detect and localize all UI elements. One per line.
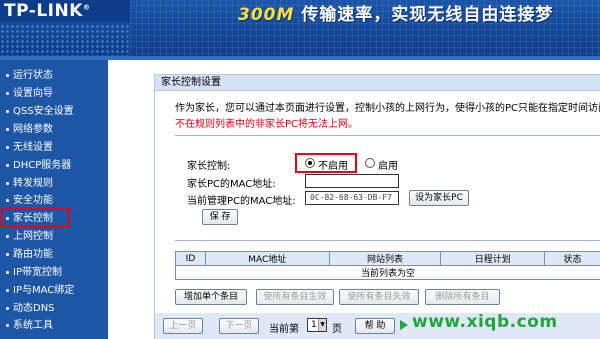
sidebar-item-label: 运行状态 [13, 70, 53, 81]
divider [175, 135, 600, 136]
rules-table: ID MAC地址 网站列表 日程计划 状态 当前列表为空 [175, 251, 600, 280]
parental-control-panel: 家长控制设置 作为家长，您可以通过本页面进行设置，控制小孩的上网行为，使得小孩的… [154, 74, 600, 339]
bullet-icon [6, 91, 9, 95]
bullet-icon [6, 234, 9, 238]
sidebar-item-dhcp[interactable]: DHCP服务器 [6, 158, 71, 174]
slogan-number: 300M [238, 5, 295, 25]
bullet-icon [6, 288, 9, 292]
sidebar-item-wizard[interactable]: 设置向导 [6, 86, 53, 102]
bullet-icon [6, 73, 9, 77]
sidebar-item-label: IP带宽控制 [13, 267, 62, 278]
bullet-icon [6, 145, 9, 149]
header-dots [0, 24, 130, 56]
save-button[interactable]: 保 存 [202, 209, 238, 225]
sidebar-item-label: 动态DNS [13, 303, 55, 314]
sidebar-item-label: 网络参数 [13, 124, 53, 135]
sidebar-item-ip-mac-binding[interactable]: IP与MAC绑定 [6, 283, 74, 299]
logo-box: TP-LINK® [0, 0, 130, 22]
bullet-icon [6, 306, 9, 310]
current-mac-field: 0C-82-68-63-DB-F7 [305, 191, 399, 205]
bullet-icon [6, 181, 9, 185]
sidebar-item-wireless[interactable]: 无线设置 [6, 140, 53, 156]
sidebar-item-network[interactable]: 网络参数 [6, 122, 53, 138]
watermark-play-icon [400, 320, 408, 330]
empty-list-text: 当前列表为空 [175, 265, 600, 280]
col-schedule: 日程计划 [440, 251, 546, 266]
watermark: www.xiqb.com [412, 312, 558, 332]
radio-enable-label: 启用 [378, 161, 398, 172]
parental-control-label: 家长控制: [187, 161, 231, 172]
bullet-icon [6, 252, 9, 256]
slogan-text: 传输速率，实现无线自由连接梦 [301, 5, 554, 25]
sidebar-item-security[interactable]: 安全功能 [6, 193, 53, 209]
sidebar-item-status[interactable]: 运行状态 [6, 68, 53, 84]
col-mac: MAC地址 [204, 251, 330, 266]
sidebar-highlight-box [1, 208, 70, 228]
bullet-icon [6, 270, 9, 274]
header-banner: TP-LINK® 300M 传输速率，实现无线自由连接梦 [0, 0, 600, 56]
page-unit-label: 页 [332, 324, 342, 335]
sidebar-item-label: 无线设置 [13, 142, 53, 153]
table-row: 当前列表为空 [175, 265, 600, 280]
radio-enable[interactable] [365, 158, 375, 168]
bullet-icon [6, 323, 9, 327]
sidebar-item-label: QSS安全设置 [13, 106, 74, 117]
sidebar-item-access-control[interactable]: 上网控制 [6, 229, 53, 245]
sidebar-item-system-tools[interactable]: 系统工具 [6, 318, 53, 334]
sidebar-item-label: 系统工具 [13, 320, 53, 331]
set-parent-pc-button[interactable]: 设为家长PC [409, 190, 469, 206]
page-select-value: 1 [311, 320, 317, 330]
col-status: 状态 [544, 251, 600, 266]
sidebar-item-bandwidth[interactable]: IP带宽控制 [6, 265, 62, 281]
parent-mac-input[interactable] [305, 174, 399, 188]
divider [175, 240, 600, 241]
panel-title: 家长控制设置 [155, 75, 600, 91]
delete-all-button[interactable]: 删除所有条目 [425, 289, 500, 305]
col-id: ID [175, 251, 206, 266]
chevron-down-icon: ▼ [318, 319, 326, 331]
sidebar-item-label: 设置向导 [13, 88, 53, 99]
radio-disable[interactable] [305, 158, 315, 168]
disable-all-button[interactable]: 使所有条目失效 [339, 289, 419, 305]
parent-mac-label: 家长PC的MAC地址: [187, 179, 276, 190]
main-content: 家长控制设置 作为家长，您可以通过本页面进行设置，控制小孩的上网行为，使得小孩的… [108, 60, 600, 339]
sidebar-item-label: 上网控制 [13, 231, 53, 242]
sidebar-item-qss[interactable]: QSS安全设置 [6, 104, 74, 120]
prev-page-button[interactable]: 上一页 [163, 318, 203, 334]
sidebar-item-label: 安全功能 [13, 195, 53, 206]
warning-text: 不在规则列表中的非家长PC将无法上网。 [175, 119, 359, 130]
sidebar-item-label: DHCP服务器 [13, 160, 72, 171]
bullet-icon [6, 127, 9, 131]
bullet-icon [6, 198, 9, 202]
table-header-row: ID MAC地址 网站列表 日程计划 状态 [175, 251, 600, 266]
bullet-icon [6, 109, 9, 113]
next-page-button[interactable]: 下一页 [219, 318, 259, 334]
add-entry-button[interactable]: 增加单个条目 [175, 289, 247, 305]
description-text: 作为家长，您可以通过本页面进行设置，控制小孩的上网行为，使得小孩的PC只能在指定… [175, 103, 600, 114]
page-select[interactable]: 1 ▼ [307, 318, 327, 332]
header-slogan: 300M 传输速率，实现无线自由连接梦 [238, 0, 553, 25]
sidebar-item-ddns[interactable]: 动态DNS [6, 301, 55, 317]
current-page-label: 当前第 [269, 324, 299, 335]
sidebar-item-label: 路由功能 [13, 249, 53, 260]
enable-all-button[interactable]: 使所有条目生效 [256, 289, 334, 305]
sidebar-item-forwarding[interactable]: 转发规则 [6, 176, 53, 192]
sidebar-item-label: IP与MAC绑定 [13, 285, 75, 296]
sidebar-nav: 运行状态 设置向导 QSS安全设置 网络参数 无线设置 DHCP服务器 转发规则… [0, 60, 108, 339]
radio-disable-label: 不启用 [318, 161, 348, 172]
sidebar-item-routing[interactable]: 路由功能 [6, 247, 53, 263]
col-sites: 网站列表 [328, 251, 442, 266]
bullet-icon [6, 163, 9, 167]
sidebar-item-label: 转发规则 [13, 178, 53, 189]
help-button[interactable]: 帮 助 [355, 318, 395, 334]
tp-link-logo: TP-LINK® [4, 1, 91, 21]
current-mac-label: 当前管理PC的MAC地址: [187, 196, 296, 207]
